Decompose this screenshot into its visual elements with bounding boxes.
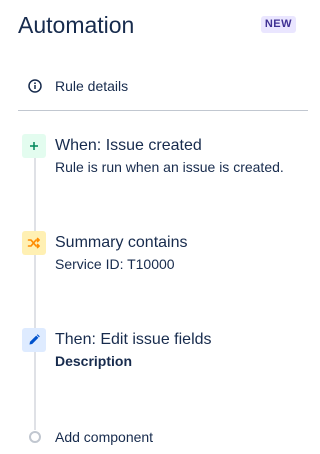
add-component-button[interactable]: Add component xyxy=(22,426,308,448)
condition-title: Summary contains xyxy=(55,234,188,251)
new-badge: NEW xyxy=(260,16,296,33)
action-step[interactable]: Then: Edit issue fields Description xyxy=(22,328,308,374)
action-title: Then: Edit issue fields xyxy=(55,331,212,348)
add-component-label: Add component xyxy=(55,429,154,445)
divider xyxy=(18,110,308,111)
page-title: Automation xyxy=(18,12,135,38)
rule-details-label: Rule details xyxy=(55,78,129,94)
info-icon xyxy=(28,79,42,93)
trigger-step[interactable]: When: Issue created Rule is run when an … xyxy=(22,134,308,180)
panel-header: Automation NEW xyxy=(18,10,302,40)
trigger-title: When: Issue created xyxy=(55,137,202,154)
timeline-connector xyxy=(34,155,36,430)
condition-description: Service ID: T10000 xyxy=(55,256,175,272)
plus-icon xyxy=(22,134,46,158)
pencil-icon xyxy=(22,328,46,352)
condition-step[interactable]: Summary contains Service ID: T10000 xyxy=(22,231,308,277)
action-description: Description xyxy=(55,353,133,369)
shuffle-icon xyxy=(22,231,46,255)
empty-circle-icon xyxy=(29,431,41,443)
trigger-description: Rule is run when an issue is created. xyxy=(55,159,284,175)
rule-details-link[interactable]: Rule details xyxy=(18,70,308,100)
